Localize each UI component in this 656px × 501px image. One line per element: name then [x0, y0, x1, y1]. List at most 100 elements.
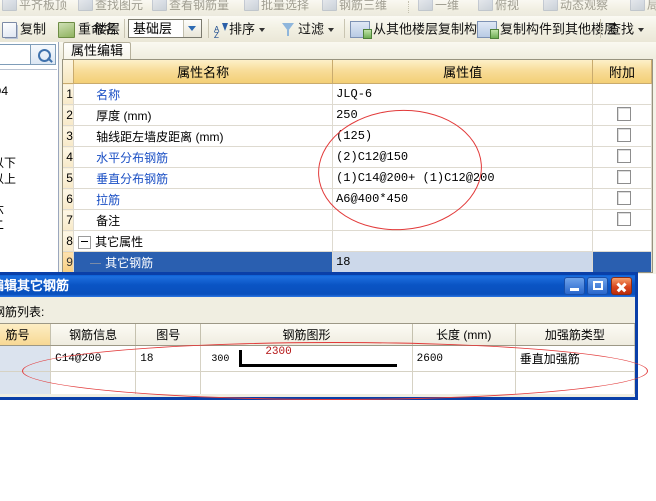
- chevron-down-icon[interactable]: [638, 27, 645, 32]
- property-name[interactable]: 垂直分布钢筋: [73, 167, 334, 189]
- shape-cell[interactable]: 300 2300: [200, 345, 413, 372]
- property-value[interactable]: (2)C12@150: [332, 146, 594, 168]
- column-header-bar-info[interactable]: 钢筋信息: [50, 324, 137, 346]
- property-name[interactable]: 拉筋: [73, 188, 334, 210]
- property-value[interactable]: (1)C14@200+ (1)C12@200: [332, 167, 594, 189]
- rebar-type-cell[interactable]: 垂直加强筋: [515, 345, 635, 372]
- shape-no-cell[interactable]: 18: [135, 345, 202, 372]
- column-header-length[interactable]: 长度 (mm): [412, 324, 516, 346]
- column-header-rebar-type[interactable]: 加强筋类型: [515, 324, 635, 346]
- collapse-icon[interactable]: [78, 235, 92, 249]
- attach-cell[interactable]: [592, 167, 652, 189]
- tree-item[interactable]: Q4: [0, 84, 8, 98]
- component-sidebar[interactable]: Q4 以下 以上 六 二: [0, 42, 59, 274]
- attach-cell[interactable]: [592, 104, 652, 126]
- tree-item[interactable]: 二: [0, 216, 4, 233]
- property-name[interactable]: 水平分布钢筋: [73, 146, 334, 168]
- copy-button[interactable]: 复制: [2, 19, 46, 39]
- property-value[interactable]: JLQ-6: [332, 83, 594, 105]
- copy-from-other-floor-button[interactable]: 从其他楼层复制构件: [350, 19, 490, 40]
- property-value[interactable]: [332, 209, 594, 231]
- maximize-button[interactable]: [587, 277, 608, 295]
- table-row[interactable]: 2 厚度 (mm) 250: [63, 104, 652, 126]
- sort-button[interactable]: 排序: [214, 19, 266, 42]
- table-row[interactable]: C14@200 18 300 2300 2600 垂直加强筋: [0, 345, 635, 372]
- property-grid[interactable]: 属性名称 属性值 附加 1 名称 JLQ-6 2 厚度 (mm) 250 3 轴…: [62, 59, 653, 273]
- main-toolbar[interactable]: 复制 重命名 楼层 基础层 排序 过滤 从其他楼层复制构件 复制构件到其他楼层 …: [0, 16, 656, 43]
- toolbar-item-top-view[interactable]: 俯视: [478, 0, 519, 13]
- length-cell[interactable]: [412, 371, 516, 394]
- chevron-down-icon[interactable]: [183, 20, 201, 37]
- property-value[interactable]: 250: [332, 104, 594, 126]
- toolbar-item-rebar-3d[interactable]: 钢筋三维: [322, 0, 387, 13]
- table-row[interactable]: 7 备注: [63, 209, 652, 231]
- component-tree[interactable]: Q4 以下 以上 六 二: [0, 69, 57, 274]
- property-value[interactable]: 18: [332, 251, 594, 272]
- chevron-down-icon[interactable]: [328, 27, 335, 32]
- search-button[interactable]: [30, 44, 56, 65]
- shape-no-cell[interactable]: [135, 371, 202, 394]
- attach-cell[interactable]: [592, 209, 652, 231]
- column-header-value[interactable]: 属性值: [332, 60, 594, 84]
- property-name[interactable]: 厚度 (mm): [73, 104, 334, 126]
- attach-cell[interactable]: [592, 188, 652, 210]
- toolbar-item-batch-select[interactable]: 批量选择: [244, 0, 309, 13]
- table-row[interactable]: 4 水平分布钢筋 (2)C12@150: [63, 146, 652, 168]
- column-header-shape-no[interactable]: 图号: [135, 324, 202, 346]
- column-header-shape[interactable]: 钢筋图形: [200, 324, 413, 346]
- secondary-toolbar[interactable]: 平齐板顶 查找图元 查看钢筋量 批量选择 钢筋三维 一维 俯视 动态观察 局部: [0, 0, 656, 17]
- attach-checkbox[interactable]: [616, 190, 631, 205]
- property-name[interactable]: 轴线距左墙皮距离 (mm): [73, 125, 334, 147]
- column-header-name[interactable]: 属性名称: [73, 60, 334, 84]
- rebar-list-grid[interactable]: 筋号 钢筋信息 图号 钢筋图形 长度 (mm) 加强筋类型 C14@200 18: [0, 323, 635, 394]
- property-value[interactable]: [332, 230, 594, 252]
- column-header-bar-no[interactable]: 筋号: [0, 324, 52, 346]
- bar-no-cell[interactable]: [0, 371, 52, 394]
- toolbar-item-local[interactable]: 局部: [630, 0, 656, 13]
- rebar-type-cell[interactable]: [515, 371, 635, 394]
- tree-item[interactable]: 以上: [0, 170, 16, 187]
- filter-button[interactable]: 过滤: [282, 19, 335, 39]
- column-header-attach[interactable]: 附加: [592, 60, 652, 84]
- dialog-title-bar[interactable]: 编辑其它钢筋: [0, 275, 635, 297]
- property-name[interactable]: 其它钢筋: [73, 251, 334, 272]
- attach-cell[interactable]: [592, 125, 652, 147]
- table-row[interactable]: 5 垂直分布钢筋 (1)C14@200+ (1)C12@200: [63, 167, 652, 189]
- chevron-down-icon[interactable]: [259, 27, 266, 32]
- tree-item[interactable]: 以下: [0, 154, 16, 171]
- bar-no-cell[interactable]: [0, 345, 52, 372]
- tab-property-editor[interactable]: 属性编辑: [63, 42, 132, 60]
- find-button[interactable]: 查找: [608, 19, 645, 39]
- table-row[interactable]: 6 拉筋 A6@400*450: [63, 188, 652, 210]
- edit-other-rebar-dialog[interactable]: 编辑其它钢筋 钢筋列表: 筋号 钢筋信息 图号 钢筋图形 长度 (mm) 加强筋…: [0, 272, 638, 400]
- bar-info-cell[interactable]: C14@200: [50, 345, 137, 372]
- table-row-group[interactable]: 8 其它属性: [63, 230, 652, 252]
- property-value[interactable]: A6@400*450: [332, 188, 594, 210]
- table-row[interactable]: 1 名称 JLQ-6: [63, 83, 652, 105]
- table-row[interactable]: 3 轴线距左墙皮距离 (mm) (125): [63, 125, 652, 147]
- attach-checkbox[interactable]: [616, 169, 631, 184]
- floor-select[interactable]: 基础层: [128, 19, 202, 38]
- table-row[interactable]: [0, 371, 635, 394]
- close-icon[interactable]: [611, 277, 632, 295]
- toolbar-item-one-dim[interactable]: 一维: [418, 0, 459, 13]
- copy-to-other-floor-button[interactable]: 复制构件到其他楼层: [477, 19, 617, 40]
- property-value[interactable]: (125): [332, 125, 594, 147]
- property-name[interactable]: 名称: [73, 83, 334, 105]
- toolbar-item-dynamic-observe[interactable]: 动态观察: [543, 0, 608, 13]
- property-name[interactable]: 备注: [73, 209, 334, 231]
- table-row-selected[interactable]: 9 其它钢筋 18: [63, 251, 652, 272]
- toolbar-item-find-element[interactable]: 查找图元: [78, 0, 143, 13]
- attach-checkbox[interactable]: [616, 211, 631, 226]
- length-cell[interactable]: 2600: [412, 345, 516, 372]
- bar-info-cell[interactable]: [50, 371, 137, 394]
- minimize-button[interactable]: [564, 277, 585, 295]
- toolbar-item-view-rebar-qty[interactable]: 查看钢筋量: [152, 0, 229, 13]
- toolbar-item-align-slab-top[interactable]: 平齐板顶: [2, 0, 67, 13]
- attach-checkbox[interactable]: [616, 106, 631, 121]
- tree-item[interactable]: 六: [0, 200, 4, 217]
- attach-checkbox[interactable]: [616, 127, 631, 142]
- shape-cell[interactable]: [200, 371, 413, 394]
- attach-checkbox[interactable]: [616, 148, 631, 163]
- attach-cell[interactable]: [592, 146, 652, 168]
